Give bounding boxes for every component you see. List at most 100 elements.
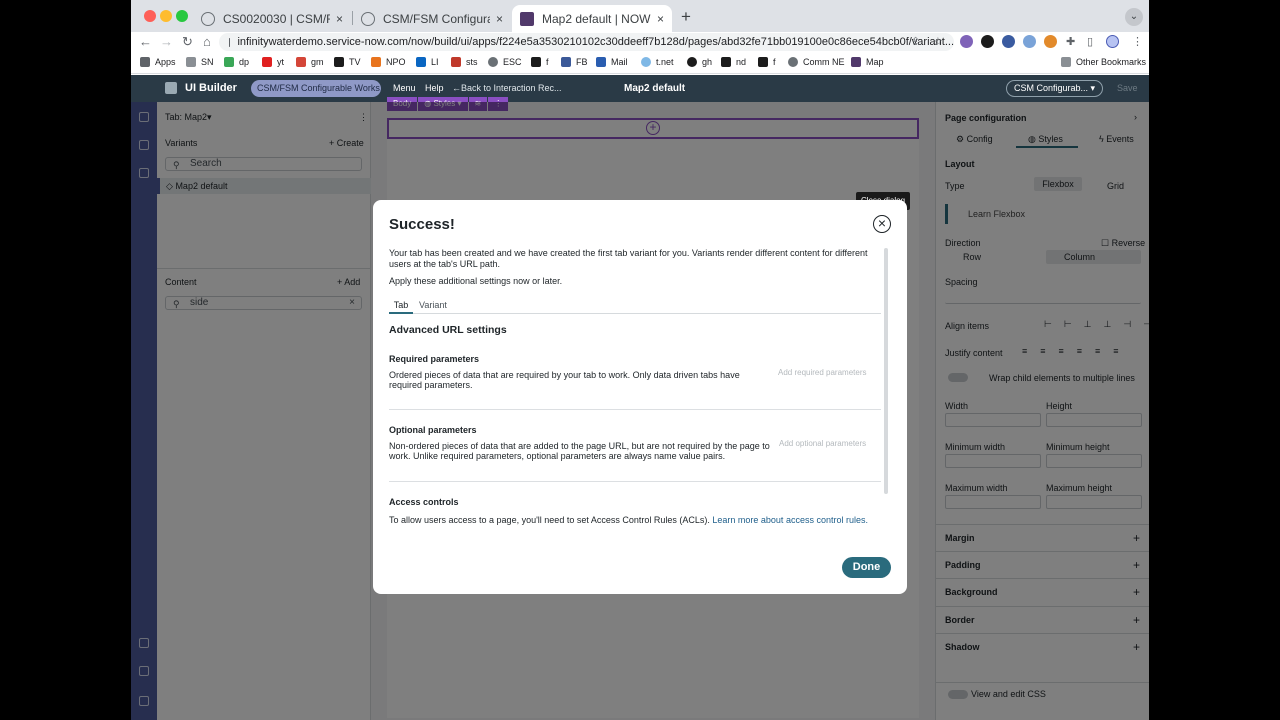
dialog-scrollbar[interactable] (884, 248, 888, 494)
bookmark-icon (224, 57, 234, 67)
tab-variant[interactable]: Variant (419, 300, 447, 314)
bookmark-gm[interactable]: gm (296, 57, 324, 67)
required-parameters-desc: Ordered pieces of data that are required… (389, 370, 740, 390)
extension-icon[interactable] (1002, 35, 1015, 48)
share-icon[interactable]: ⇪ (911, 35, 920, 48)
bookmark-f2[interactable]: f (758, 57, 776, 67)
gmail-icon (296, 57, 306, 67)
folder-icon (1061, 57, 1071, 67)
extension-icon[interactable] (1023, 35, 1036, 48)
bookmark-star-icon[interactable]: ☆ (933, 35, 943, 48)
kebab-menu-icon[interactable]: ⋮ (1132, 35, 1143, 48)
advanced-url-heading: Advanced URL settings (389, 324, 507, 336)
bookmark-map[interactable]: Map (851, 57, 884, 67)
bookmark-sts[interactable]: sts (451, 57, 478, 67)
bookmark-esc[interactable]: ESC (488, 57, 522, 67)
extension-icon[interactable] (960, 35, 973, 48)
minimize-window-button[interactable] (160, 10, 172, 22)
extension-icon[interactable] (1044, 35, 1057, 48)
maximize-window-button[interactable] (176, 10, 188, 22)
dialog-scroll-area[interactable]: Your tab has been created and we have cr… (389, 248, 881, 530)
bookmark-icon (531, 57, 541, 67)
browser-tab-3[interactable]: Map2 default | NOW UI Builder × (512, 5, 672, 32)
done-button[interactable]: Done (842, 557, 891, 578)
screen: CS0020030 | CSM/FSM Config... × CSM/FSM … (131, 0, 1149, 720)
mail-icon (596, 57, 606, 67)
browser-tab-1[interactable]: CS0020030 | CSM/FSM Config... × (193, 5, 351, 32)
add-required-parameters-button[interactable]: Add required parameters (778, 368, 867, 377)
tab-search-button[interactable]: ⌄ (1125, 8, 1143, 26)
bookmark-icon (371, 57, 381, 67)
close-tab-icon[interactable]: × (496, 12, 503, 26)
bookmark-icon (334, 57, 344, 67)
help-button[interactable]: Help (425, 83, 444, 93)
close-dialog-button[interactable]: × (873, 215, 891, 233)
dialog-title: Success! (389, 216, 455, 233)
github-icon (687, 57, 697, 67)
experience-selector[interactable]: CSM/FSM Configurable Works... (251, 80, 381, 97)
youtube-icon (262, 57, 272, 67)
back-link[interactable]: ←Back to Interaction Rec... (452, 83, 562, 93)
intro-text: Your tab has been created and we have cr… (389, 248, 868, 269)
bookmark-f[interactable]: f (531, 57, 549, 67)
other-bookmarks[interactable]: Other Bookmarks (1061, 57, 1146, 67)
reload-icon[interactable]: ↻ (182, 34, 193, 50)
bookmark-npo[interactable]: NPO (371, 57, 406, 67)
servicenow-icon (788, 57, 798, 67)
optional-parameters-heading: Optional parameters (389, 425, 477, 435)
puzzle-extensions-icon[interactable]: ✚ (1066, 35, 1075, 48)
bookmark-icon (561, 57, 571, 67)
apps-grid-icon (140, 57, 150, 67)
folder-icon (186, 57, 196, 67)
browser-tab-bar: CS0020030 | CSM/FSM Config... × CSM/FSM … (131, 0, 1149, 32)
bookmark-dp[interactable]: dp (224, 57, 249, 67)
optional-parameters-desc: Non-ordered pieces of data that are adde… (389, 441, 770, 461)
home-icon[interactable]: ⌂ (203, 34, 211, 49)
learn-acl-link[interactable]: Learn more about access control rules. (712, 515, 868, 525)
ui-builder-favicon-icon (520, 11, 534, 26)
bookmark-comm-ne[interactable]: Comm NE (788, 57, 845, 67)
caret-down-icon: ▾ (1090, 83, 1096, 93)
close-icon: × (877, 215, 887, 231)
bookmark-fb[interactable]: FB (561, 57, 588, 67)
servicenow-favicon-icon (361, 11, 375, 26)
new-tab-button[interactable]: + (677, 8, 695, 26)
save-button[interactable]: Save (1117, 83, 1138, 93)
required-parameters-heading: Required parameters (389, 354, 480, 364)
servicenow-favicon-icon (201, 11, 215, 26)
bookmark-mail[interactable]: Mail (596, 57, 628, 67)
ui-builder-logo-icon (165, 82, 177, 94)
access-controls-heading: Access controls (389, 497, 459, 507)
bookmarks-bar: Apps SN dp yt gm TV NPO LI sts ESC f FB … (131, 52, 1149, 74)
linkedin-icon (416, 57, 426, 67)
app-header: UI Builder CSM/FSM Configurable Works...… (131, 75, 1149, 102)
bookmark-icon (758, 57, 768, 67)
scope-selector[interactable]: CSM Configurab... ▾ (1006, 80, 1103, 97)
forward-arrow-icon[interactable]: → (160, 34, 173, 49)
browser-tab-2[interactable]: CSM/FSM Configurable Works... × (353, 5, 511, 32)
close-tab-icon[interactable]: × (657, 12, 664, 26)
address-row: ← → ↻ ⌂ infinitywaterdemo.service-now.co… (131, 32, 1149, 52)
bookmark-sn[interactable]: SN (186, 57, 214, 67)
bookmark-yt[interactable]: yt (262, 57, 284, 67)
url-bar[interactable]: infinitywaterdemo.service-now.com/now/bu… (219, 33, 954, 51)
back-arrow-icon[interactable]: ← (139, 34, 152, 49)
tab-tab[interactable]: Tab (389, 300, 413, 314)
bookmark-tnet[interactable]: t.net (641, 57, 674, 67)
add-optional-parameters-button[interactable]: Add optional parameters (779, 439, 866, 448)
close-window-button[interactable] (144, 10, 156, 22)
bookmark-gh[interactable]: gh (687, 57, 712, 67)
side-panel-icon[interactable]: ▯ (1087, 35, 1093, 48)
bookmark-icon (721, 57, 731, 67)
extension-icon[interactable] (981, 35, 994, 48)
apply-text: Apply these additional settings now or l… (389, 276, 563, 286)
menu-button[interactable]: Menu (393, 83, 416, 93)
page-title: Map2 default (624, 83, 686, 94)
close-tab-icon[interactable]: × (336, 12, 343, 26)
bookmark-li[interactable]: LI (416, 57, 439, 67)
bookmark-tv[interactable]: TV (334, 57, 361, 67)
bookmark-apps[interactable]: Apps (140, 57, 176, 67)
profile-avatar-icon[interactable] (1106, 35, 1119, 48)
bookmark-nd[interactable]: nd (721, 57, 746, 67)
back-arrow-icon: ← (452, 83, 461, 93)
